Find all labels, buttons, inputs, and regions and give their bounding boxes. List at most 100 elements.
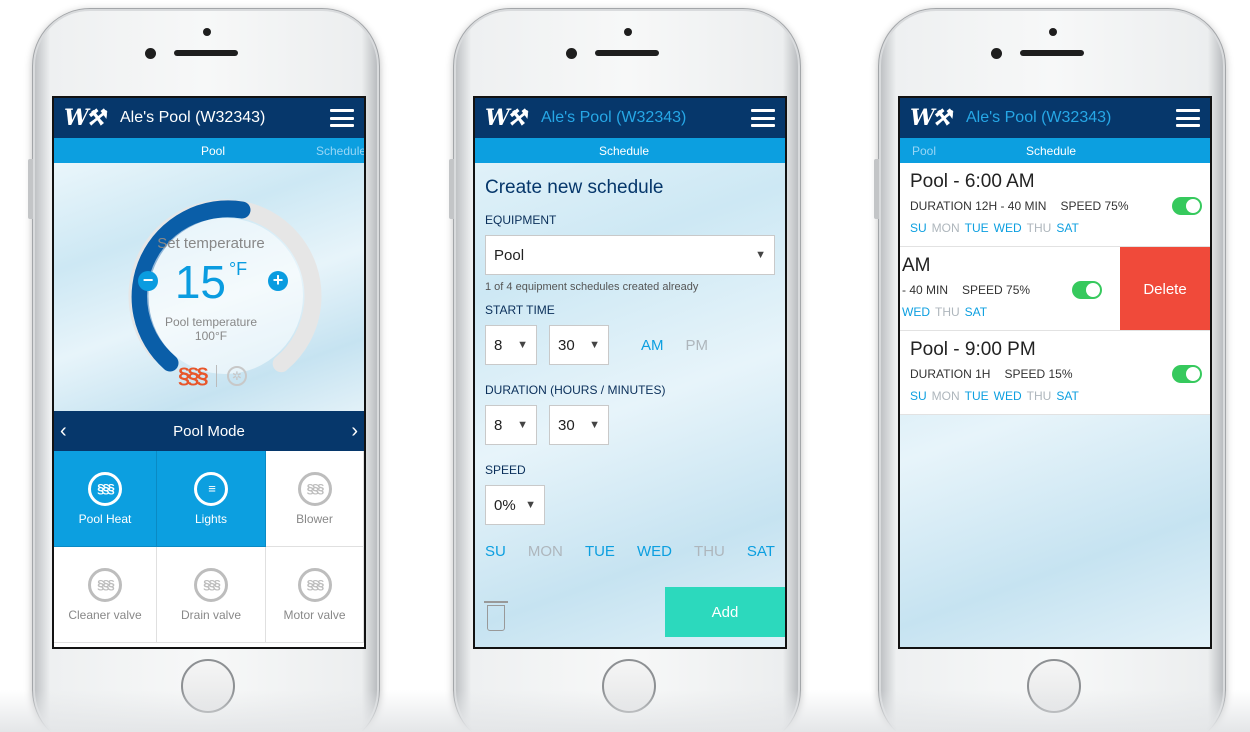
day-wed[interactable]: WED: [637, 543, 672, 560]
add-button[interactable]: Add: [665, 587, 785, 637]
mode-pool-heat[interactable]: §§§ Pool Heat: [54, 451, 157, 547]
duration-minutes-value: 30: [558, 416, 575, 434]
tab-pool[interactable]: Pool: [912, 144, 936, 158]
duration-row: 8 ▼ 30 ▼: [485, 405, 775, 445]
caret-down-icon: ▼: [755, 249, 766, 261]
trash-icon[interactable]: [484, 601, 508, 631]
day-thu: THU: [1026, 221, 1052, 235]
heat-icon: §§§: [194, 567, 228, 602]
day-su[interactable]: SU: [485, 543, 506, 560]
speaker: [174, 50, 238, 56]
speaker: [595, 50, 659, 56]
schedule-item[interactable]: Pool - 6:00 AM DURATION 12H - 40 MIN SPEE…: [900, 163, 1210, 247]
phone-frame-create-schedule: W⚒ Ale's Pool (W32343) Schedule Create n…: [449, 8, 801, 732]
day-sat[interactable]: SAT: [747, 543, 775, 560]
start-hour-value: 8: [494, 336, 503, 354]
screen-schedule-list: W⚒ Ale's Pool (W32343) Pool Schedule Poo…: [898, 96, 1212, 649]
heat-icon: §§§: [88, 471, 122, 506]
mode-drain-valve[interactable]: §§§ Drain valve: [157, 547, 266, 643]
tab-schedule[interactable]: Schedule: [316, 144, 364, 158]
mode-cleaner-valve[interactable]: §§§ Cleaner valve: [54, 547, 157, 643]
mode-blower[interactable]: §§§ Blower: [266, 451, 364, 547]
duration-label: DURATION (HOURS / MINUTES): [485, 383, 666, 397]
chevron-right-icon[interactable]: ›: [351, 420, 358, 443]
schedule-duration: DURATION 12H - 40 MIN: [910, 199, 1047, 213]
increase-temp-button[interactable]: +: [268, 271, 288, 291]
schedule-title: AM: [902, 255, 931, 276]
divider: [215, 365, 217, 387]
day-wed: WED: [993, 221, 1022, 235]
tab-pool[interactable]: Pool: [201, 144, 225, 158]
day-thu[interactable]: THU: [694, 543, 725, 560]
menu-icon[interactable]: [751, 109, 775, 127]
day-selector: SU MON TUE WED THU SAT: [485, 543, 775, 560]
caret-down-icon: ▼: [517, 339, 528, 351]
heater-icon[interactable]: §§§: [178, 363, 209, 389]
schedule-item[interactable]: Pool - 9:00 PM DURATION 1H SPEED 15% SU MO…: [900, 331, 1210, 415]
schedule-toggle[interactable]: [1072, 281, 1102, 299]
schedule-toggle[interactable]: [1172, 197, 1202, 215]
sensor: [991, 48, 1002, 59]
day-thu: THU: [935, 305, 960, 319]
start-minute-select[interactable]: 30 ▼: [549, 325, 609, 365]
app-title: Ale's Pool (W32343): [966, 109, 1112, 126]
schedule-item-swiped[interactable]: AM - 40 MIN SPEED 75% WED THU SAT Delete: [900, 247, 1210, 331]
fan-icon[interactable]: ✲: [226, 366, 247, 386]
camera: [1049, 28, 1057, 36]
mode-grid: §§§ Pool Heat ≡ Lights §§§ Blower §§§ Cleane…: [54, 451, 364, 643]
duration-minutes-select[interactable]: 30 ▼: [549, 405, 609, 445]
caret-down-icon: ▼: [517, 419, 528, 431]
temp-unit: °F: [228, 259, 248, 279]
day-su: SU: [910, 389, 927, 403]
speed-select[interactable]: 0% ▼: [485, 485, 545, 525]
mode-motor-valve[interactable]: §§§ Motor valve: [266, 547, 364, 643]
menu-icon[interactable]: [1176, 109, 1200, 127]
schedule-duration: DURATION 1H: [910, 367, 991, 381]
day-wed: WED: [993, 389, 1022, 403]
day-su: SU: [910, 221, 927, 235]
mode-label: Lights: [194, 511, 228, 526]
duration-hours-select[interactable]: 8 ▼: [485, 405, 537, 445]
am-toggle[interactable]: AM: [641, 337, 664, 354]
schedule-meta: DURATION 1H SPEED 15%: [910, 367, 1200, 381]
floor-shadow: [0, 690, 1250, 732]
sensor: [145, 48, 156, 59]
heat-icon: §§§: [88, 567, 122, 602]
mode-bar: ‹ Pool Mode ›: [54, 411, 364, 451]
schedule-duration: - 40 MIN: [902, 283, 949, 297]
heat-source-icons: §§§ ✲: [178, 363, 247, 389]
chevron-left-icon[interactable]: ‹: [60, 420, 67, 443]
screen-create-schedule: W⚒ Ale's Pool (W32343) Schedule Create n…: [473, 96, 787, 649]
schedule-speed: SPEED 75%: [1060, 199, 1129, 213]
day-mon: MON: [931, 389, 960, 403]
mode-lights[interactable]: ≡ Lights: [157, 451, 266, 547]
schedule-meta: DURATION 12H - 40 MIN SPEED 75%: [910, 199, 1200, 213]
caret-down-icon: ▼: [589, 419, 600, 431]
menu-icon[interactable]: [330, 109, 354, 127]
tab-schedule[interactable]: Schedule: [1026, 144, 1076, 158]
equipment-select[interactable]: Pool ▼: [485, 235, 775, 275]
schedule-speed: SPEED 75%: [962, 283, 1031, 297]
schedule-days: SU MON TUE WED THU SAT: [910, 389, 1200, 403]
schedule-toggle[interactable]: [1172, 365, 1202, 383]
start-hour-select[interactable]: 8 ▼: [485, 325, 537, 365]
speed-row: 0% ▼: [485, 485, 775, 525]
schedule-days: WED THU SAT: [902, 305, 1030, 319]
tab-schedule[interactable]: Schedule: [599, 144, 649, 158]
mode-label: Drain valve: [180, 607, 242, 622]
speed-label: SPEED: [485, 463, 526, 477]
speed-value: 0%: [494, 496, 516, 514]
day-tue: TUE: [964, 389, 989, 403]
phone-frame-pool: W⚒ Ale's Pool (W32343) Pool Schedule Set…: [28, 8, 380, 732]
equipment-label: EQUIPMENT: [485, 213, 557, 227]
pm-toggle[interactable]: PM: [686, 337, 709, 354]
decrease-temp-button[interactable]: −: [138, 271, 158, 291]
start-minute-value: 30: [558, 336, 575, 354]
delete-button[interactable]: Delete: [1120, 247, 1210, 330]
tab-bar: Pool Schedule: [900, 138, 1210, 163]
temperature-dial: Set temperature 15 °F − + Pool temperatur…: [54, 163, 364, 411]
day-mon[interactable]: MON: [528, 543, 563, 560]
app-bar: W⚒ Ale's Pool (W32343): [54, 98, 364, 138]
light-bulb-icon: ≡: [194, 471, 228, 506]
day-tue[interactable]: TUE: [585, 543, 615, 560]
